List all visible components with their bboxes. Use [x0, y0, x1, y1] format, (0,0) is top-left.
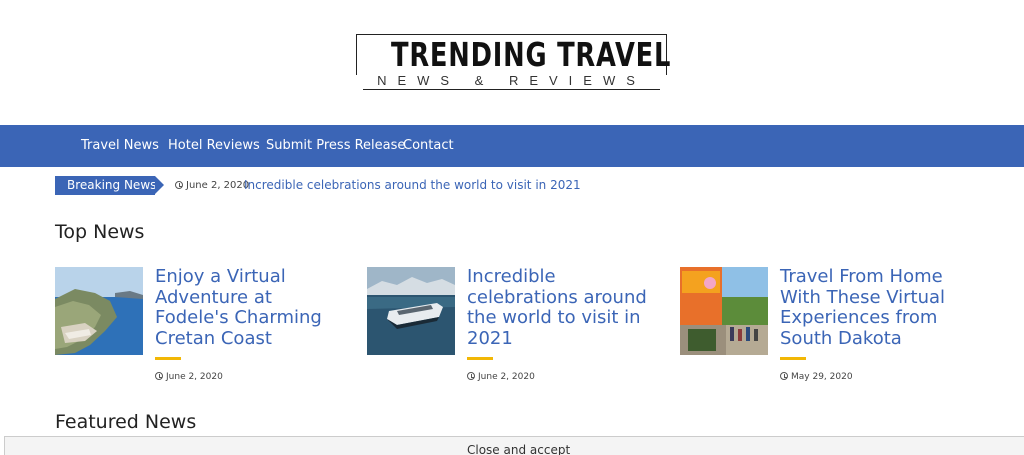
logo-notch-right [660, 75, 674, 95]
title-underline [467, 357, 493, 360]
clock-icon [175, 181, 183, 189]
main-nav: Travel News Hotel Reviews Submit Press R… [0, 125, 1024, 167]
coastal-resort-image [55, 267, 143, 355]
nav-item-hotel-reviews[interactable]: Hotel Reviews [168, 125, 260, 167]
logo-subtitle: NEWS & REVIEWS [373, 73, 650, 89]
article-thumbnail[interactable] [367, 267, 455, 355]
article-title[interactable]: Incredible celebrations around the world… [467, 266, 657, 349]
article-card: Enjoy a Virtual Adventure at Fodele's Ch… [55, 266, 355, 387]
article-title[interactable]: Enjoy a Virtual Adventure at Fodele's Ch… [155, 266, 345, 349]
breaking-news-date: June 2, 2020 [175, 180, 249, 191]
close-and-accept-button[interactable]: Close and accept [467, 443, 570, 455]
breaking-news-arrow [155, 176, 164, 194]
article-thumbnail[interactable] [680, 267, 768, 355]
cookie-banner: Close and accept [4, 436, 1024, 455]
article-date-text: June 2, 2020 [166, 372, 223, 382]
breaking-news-badge: Breaking News [55, 176, 165, 195]
nav-item-travel-news[interactable]: Travel News [81, 125, 159, 167]
breaking-news-date-text: June 2, 2020 [186, 180, 250, 191]
article-card: Travel From Home With These Virtual Expe… [680, 266, 980, 387]
featured-news-heading: Featured News [55, 411, 197, 433]
site-logo[interactable]: TRENDING TRAVEL NEWS & REVIEWS [349, 34, 674, 95]
festival-crowd-image [680, 267, 768, 355]
nav-item-submit-press-release[interactable]: Submit Press Release [266, 125, 405, 167]
clock-icon [467, 372, 475, 380]
clock-icon [155, 372, 163, 380]
article-date-text: May 29, 2020 [791, 372, 853, 382]
top-news-heading: Top News [55, 221, 145, 243]
article-thumbnail[interactable] [55, 267, 143, 355]
article-date: May 29, 2020 [780, 372, 853, 382]
title-underline [155, 357, 181, 360]
title-underline [780, 357, 806, 360]
article-card: Incredible celebrations around the world… [367, 266, 667, 387]
clock-icon [780, 372, 788, 380]
article-title[interactable]: Travel From Home With These Virtual Expe… [780, 266, 970, 349]
site-header: TRENDING TRAVEL NEWS & REVIEWS [0, 0, 1024, 125]
article-date-text: June 2, 2020 [478, 372, 535, 382]
logo-notch-left [349, 75, 363, 95]
nav-item-contact[interactable]: Contact [403, 125, 454, 167]
breaking-news-headline[interactable]: Incredible celebrations around the world… [244, 178, 581, 192]
article-date: June 2, 2020 [467, 372, 535, 382]
cruise-ship-image [367, 267, 455, 355]
article-date: June 2, 2020 [155, 372, 223, 382]
logo-title: TRENDING TRAVEL [390, 35, 672, 74]
breaking-news-label: Breaking News [55, 176, 156, 195]
